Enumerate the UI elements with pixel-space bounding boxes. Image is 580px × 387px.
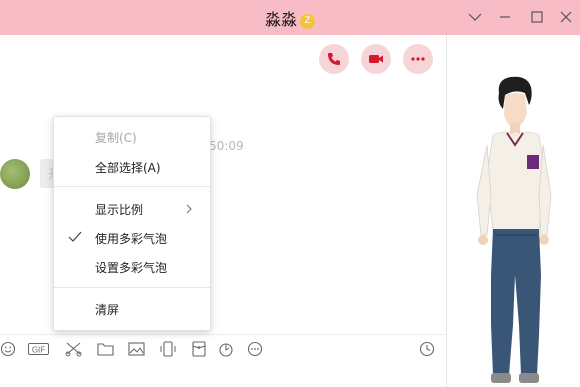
video-call-button[interactable] [361, 44, 391, 74]
character-avatar-icon [476, 76, 552, 383]
more-icon [247, 341, 263, 357]
maximize-icon [531, 11, 543, 23]
chevron-right-icon [186, 204, 192, 214]
image-button[interactable] [128, 341, 146, 357]
minimize-icon [500, 16, 510, 18]
window-title: 淼淼 [264, 10, 297, 29]
shake-button[interactable] [159, 341, 177, 357]
menu-separator [54, 287, 210, 288]
scissors-icon [65, 342, 82, 357]
menu-item-select-all[interactable]: 全部选择(A) [95, 159, 161, 176]
close-button[interactable] [557, 8, 575, 26]
side-panel [447, 35, 580, 387]
minimize-button[interactable] [496, 8, 514, 26]
history-icon [419, 341, 435, 357]
close-icon [560, 11, 572, 23]
menu-item-use-colorful-bubble[interactable]: 使用多彩气泡 [95, 230, 167, 247]
emoji-button[interactable] [0, 341, 18, 357]
avatar[interactable] [0, 159, 30, 189]
screenshot-button[interactable] [65, 341, 83, 357]
red-packet-icon [192, 341, 206, 357]
history-button[interactable] [419, 341, 437, 357]
menu-item-copy[interactable]: 复制(C) [95, 129, 137, 146]
svg-text:GIF: GIF [32, 345, 45, 354]
voice-call-button[interactable] [319, 44, 349, 74]
more-tools-button[interactable] [247, 341, 265, 357]
chevron-down-icon [468, 13, 482, 21]
folder-icon [97, 343, 114, 356]
shake-icon [160, 341, 176, 357]
title-bar: 淼淼 Z [0, 0, 580, 35]
red-packet-button[interactable] [190, 341, 208, 357]
input-divider [0, 334, 447, 335]
maximize-button[interactable] [528, 8, 546, 26]
phone-icon [328, 53, 340, 65]
gif-button[interactable]: GIF [28, 341, 50, 357]
gif-icon: GIF [28, 343, 49, 355]
emoji-icon [0, 341, 16, 357]
context-menu: 复制(C) 全部选择(A) 显示比例 使用多彩气泡 设置多彩气泡 清屏 [53, 116, 211, 331]
more-actions-button[interactable] [403, 44, 433, 74]
checkmark-icon [68, 231, 82, 242]
collapse-button[interactable] [466, 8, 484, 26]
music-icon [219, 343, 233, 357]
image-icon [128, 342, 145, 356]
music-button[interactable] [217, 341, 235, 357]
menu-item-zoom[interactable]: 显示比例 [95, 201, 143, 218]
more-icon [411, 57, 425, 61]
menu-separator [54, 186, 210, 187]
menu-item-set-colorful-bubble[interactable]: 设置多彩气泡 [95, 259, 167, 276]
window-title-wrap: 淼淼 Z [0, 6, 580, 30]
video-icon [369, 55, 383, 63]
file-button[interactable] [97, 341, 115, 357]
menu-item-clear-screen[interactable]: 清屏 [95, 301, 119, 318]
vip-badge-icon: Z [300, 14, 315, 29]
